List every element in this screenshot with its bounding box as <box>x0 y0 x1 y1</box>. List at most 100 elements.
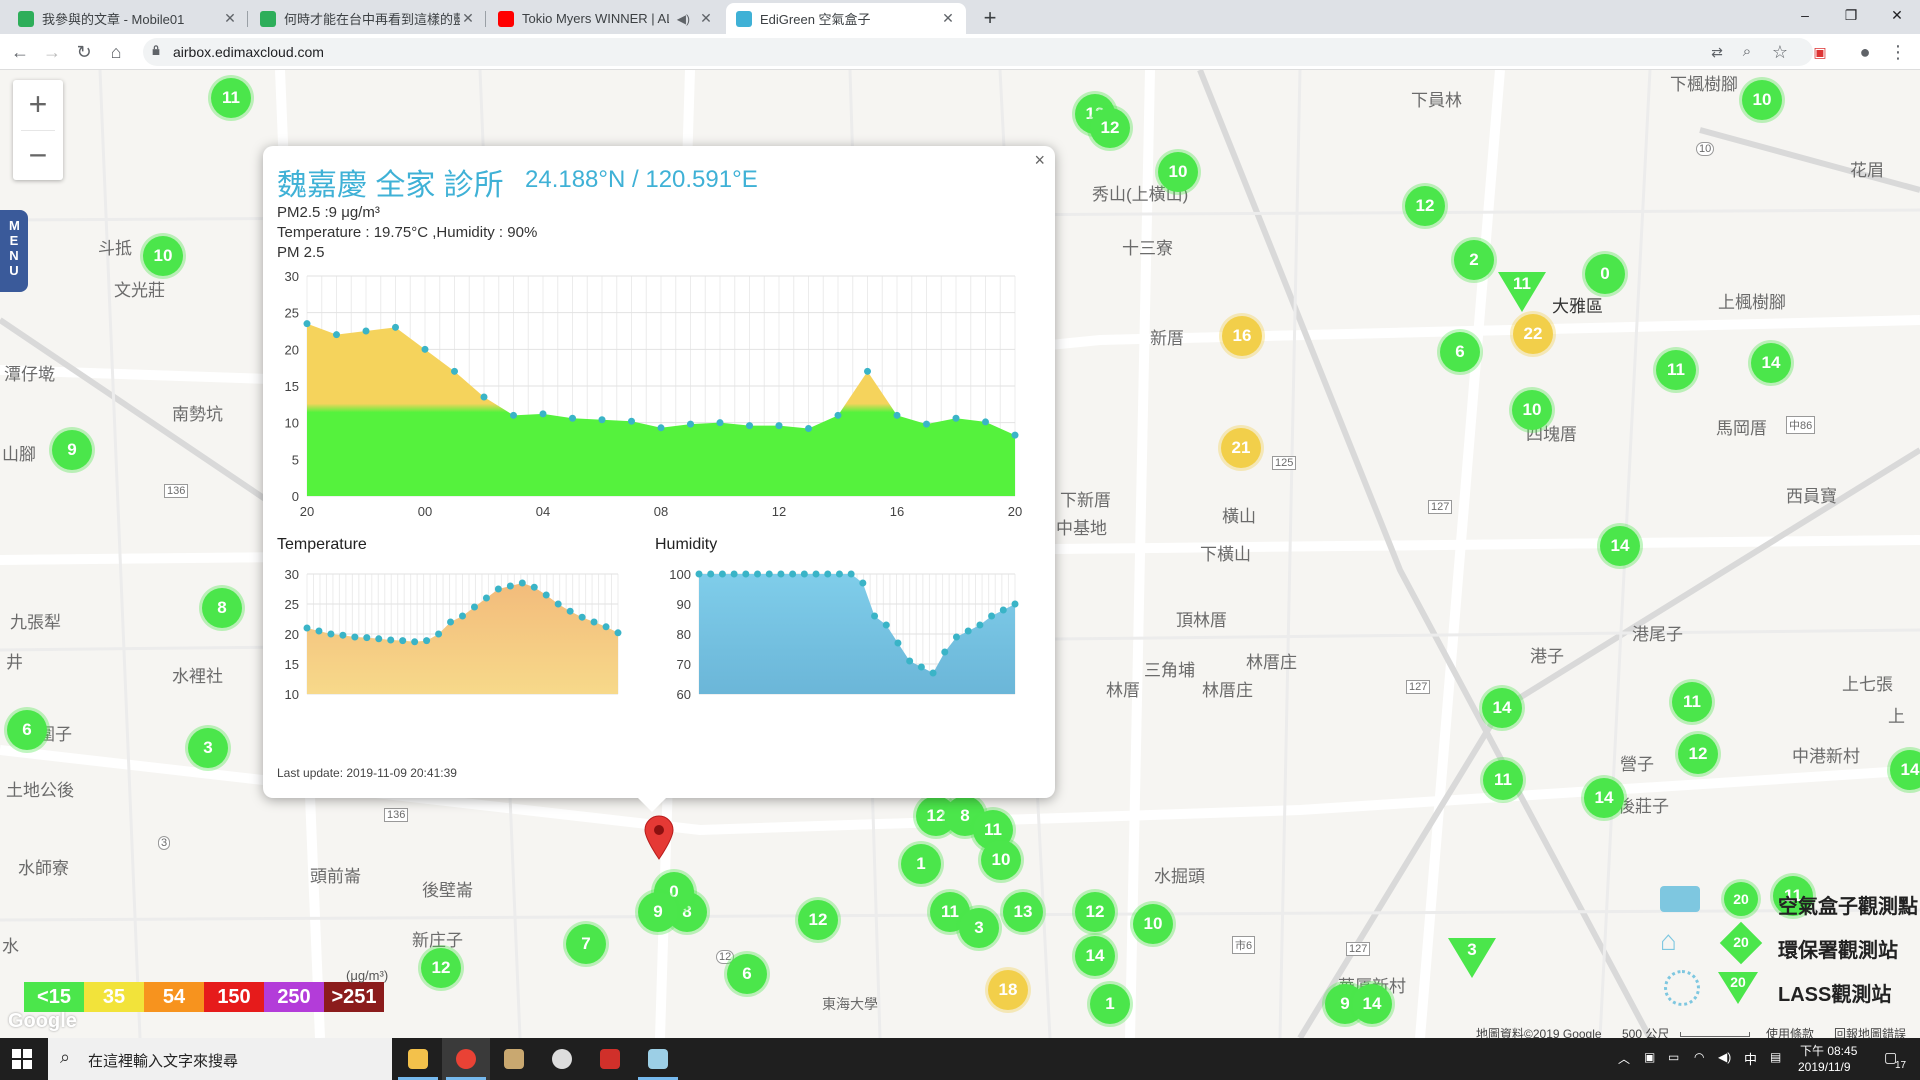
airbox-marker[interactable]: 11 <box>1656 350 1696 390</box>
taskbar-chrome[interactable] <box>442 1038 490 1080</box>
tab-youtube[interactable]: Tokio Myers WINNER | ALL ◀) ✕ <box>488 3 724 34</box>
airbox-marker[interactable]: 7 <box>566 924 606 964</box>
tray-battery-icon[interactable]: ▭ <box>1668 1050 1679 1064</box>
airbox-marker[interactable]: 14 <box>1584 778 1624 818</box>
airbox-marker[interactable]: 9 <box>638 892 678 932</box>
clock-time[interactable]: 下午 08:45 <box>1800 1042 1857 1059</box>
speaker-icon[interactable]: ◀) <box>677 12 690 26</box>
scale-segment: 35 <box>84 982 144 1012</box>
clock-date[interactable]: 2019/11/9 <box>1798 1060 1851 1074</box>
airbox-marker[interactable]: 10 <box>1158 152 1198 192</box>
airbox-marker[interactable]: 12 <box>798 900 838 940</box>
airbox-marker[interactable]: 3 <box>959 908 999 948</box>
airbox-marker[interactable]: 13 <box>1003 892 1043 932</box>
airbox-marker[interactable]: 12 <box>1405 186 1445 226</box>
zoom-out-button[interactable]: − <box>13 131 63 181</box>
menu-dots-icon[interactable]: ⋮ <box>1886 40 1910 64</box>
taskbar-app-5[interactable] <box>586 1038 634 1080</box>
taskbar-file-explorer[interactable] <box>394 1038 442 1080</box>
report-error-link[interactable]: 回報地圖錯誤 <box>1834 1025 1906 1038</box>
forward-arrow-icon[interactable]: → <box>40 40 64 64</box>
app-icon <box>600 1049 620 1069</box>
airbox-marker[interactable]: 1 <box>1090 984 1130 1024</box>
home-icon[interactable]: ⌂ <box>104 40 128 64</box>
airbox-marker[interactable]: 11 <box>211 78 251 118</box>
airbox-marker[interactable]: 0 <box>1585 254 1625 294</box>
airbox-marker[interactable]: 18 <box>988 970 1028 1010</box>
airbox-marker[interactable]: 6 <box>1440 332 1480 372</box>
taskbar-search-box[interactable]: ⌕ 在這裡輸入文字來搜尋 <box>48 1038 392 1080</box>
y-tick-label: 90 <box>677 597 691 612</box>
reload-icon[interactable]: ↻ <box>72 40 96 64</box>
popup-close-button[interactable]: × <box>1034 150 1045 171</box>
airbox-marker[interactable]: 14 <box>1751 343 1791 383</box>
airbox-marker[interactable]: 11 <box>1672 682 1712 722</box>
map-scale[interactable]: 500 公尺 <box>1622 1025 1669 1038</box>
scale-segment: 250 <box>264 982 324 1012</box>
airbox-marker[interactable]: 12 <box>1090 108 1130 148</box>
address-bar[interactable]: airbox.edimaxcloud.com <box>143 38 1813 66</box>
epa-station-marker[interactable]: 3 <box>1448 938 1496 978</box>
translate-icon[interactable]: ⇄ <box>1705 40 1729 64</box>
airbox-marker[interactable]: 14 <box>1075 936 1115 976</box>
taskbar-app-3[interactable] <box>490 1038 538 1080</box>
tray-volume-icon[interactable]: ◀) <box>1718 1050 1731 1064</box>
account-icon[interactable]: ● <box>1853 40 1877 64</box>
airbox-marker[interactable]: 12 <box>1678 734 1718 774</box>
maximize-button[interactable]: ❐ <box>1828 0 1874 30</box>
airbox-marker[interactable]: 14 <box>1600 526 1640 566</box>
road-number: 127 <box>1346 942 1371 956</box>
airbox-marker[interactable]: 10 <box>1742 80 1782 120</box>
airbox-marker[interactable]: 10 <box>1512 390 1552 430</box>
airbox-marker[interactable]: 12 <box>1075 892 1115 932</box>
airbox-marker[interactable]: 8 <box>202 588 242 628</box>
menu-button[interactable]: MENU <box>0 210 28 292</box>
map-canvas[interactable]: 下員林 下楓樹腳 秀山(上橫山) 十三寮 大雅區 上楓樹腳 斗抵 文光莊 潭仔墘… <box>0 70 1920 1038</box>
zoom-in-button[interactable]: + <box>13 80 63 130</box>
tab-mobile01[interactable]: 我參與的文章 - Mobile01 ✕ <box>8 3 248 34</box>
windows-start-icon[interactable] <box>12 1049 32 1069</box>
airbox-marker[interactable]: 21 <box>1221 428 1261 468</box>
airbox-marker[interactable]: 14 <box>1352 984 1392 1024</box>
airbox-marker[interactable]: 11 <box>1483 760 1523 800</box>
close-tab-icon[interactable]: ✕ <box>698 10 714 27</box>
tray-chevron-icon[interactable]: ︿ <box>1618 1050 1630 1067</box>
tray-wifi-icon[interactable]: ◠ <box>1694 1050 1704 1064</box>
terms-link[interactable]: 使用條款 <box>1766 1025 1814 1038</box>
tray-keyboard-icon[interactable]: ▤ <box>1770 1050 1781 1064</box>
bookmark-star-icon[interactable]: ☆ <box>1768 40 1792 64</box>
airbox-marker[interactable]: 6 <box>7 710 47 750</box>
airbox-marker[interactable]: 10 <box>1133 904 1173 944</box>
airbox-marker[interactable]: 12 <box>421 948 461 988</box>
taskbar-app-6[interactable] <box>634 1038 682 1080</box>
tab-edigreen[interactable]: EdiGreen 空氣盒子 ✕ <box>726 3 966 34</box>
airbox-marker[interactable]: 10 <box>981 840 1021 880</box>
extension-icon[interactable]: ▣ <box>1808 40 1832 64</box>
airbox-marker[interactable]: 14 <box>1482 688 1522 728</box>
location-pin-icon[interactable] <box>643 815 675 861</box>
airbox-marker[interactable]: 3 <box>188 728 228 768</box>
airbox-marker[interactable]: 22 <box>1513 314 1553 354</box>
airbox-marker[interactable]: 1 <box>901 844 941 884</box>
back-arrow-icon[interactable]: ← <box>8 40 32 64</box>
data-point <box>602 623 610 631</box>
airbox-marker[interactable]: 10 <box>143 236 183 276</box>
ime-indicator[interactable]: 中 <box>1744 1049 1757 1068</box>
airbox-marker[interactable]: 6 <box>727 954 767 994</box>
data-point <box>628 417 635 425</box>
taskbar-app-4[interactable] <box>538 1038 586 1080</box>
tray-network-icon[interactable]: ▣ <box>1644 1050 1655 1064</box>
epa-station-marker[interactable]: 11 <box>1498 272 1546 312</box>
data-point <box>435 630 443 638</box>
zoom-icon[interactable]: ⌕ <box>1735 40 1759 64</box>
new-tab-button[interactable]: + <box>976 5 1004 31</box>
airbox-marker[interactable]: 9 <box>52 430 92 470</box>
close-tab-icon[interactable]: ✕ <box>460 10 476 27</box>
tab-mobile01-2[interactable]: 何時才能在台中再看到這樣的藍 ✕ <box>250 3 486 34</box>
minimize-button[interactable]: – <box>1782 0 1828 30</box>
close-window-button[interactable]: ✕ <box>1874 0 1920 30</box>
close-tab-icon[interactable]: ✕ <box>940 10 956 27</box>
airbox-marker[interactable]: 2 <box>1454 240 1494 280</box>
close-tab-icon[interactable]: ✕ <box>222 10 238 27</box>
airbox-marker[interactable]: 16 <box>1222 316 1262 356</box>
